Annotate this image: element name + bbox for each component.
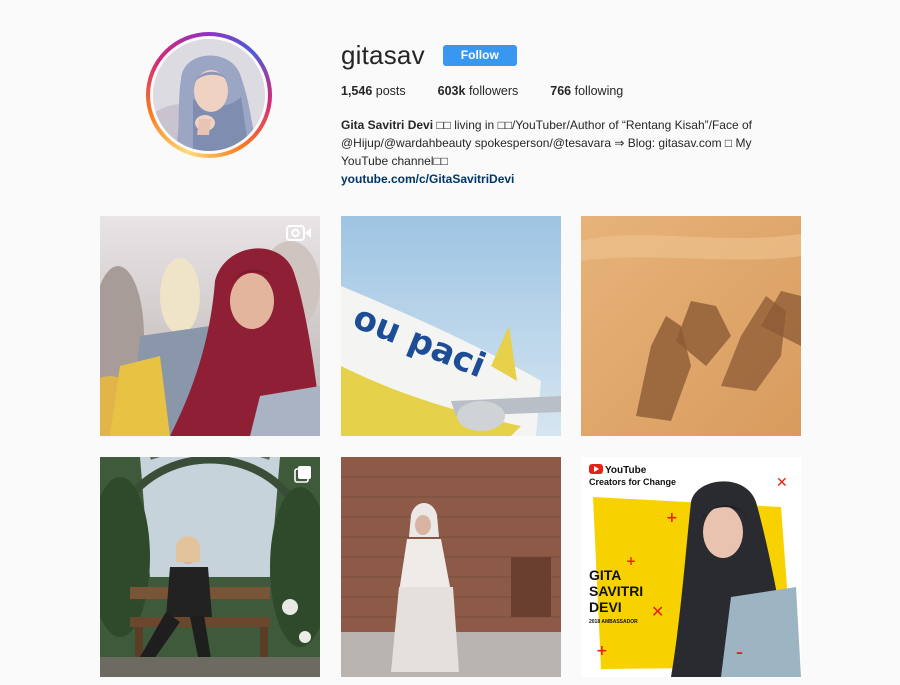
- post-image: [100, 457, 320, 677]
- card-name-line-3: DEVI: [589, 599, 622, 615]
- following-stat[interactable]: 766 following: [550, 84, 623, 98]
- card-brand: YouTube: [605, 465, 647, 476]
- bio-website-link[interactable]: youtube.com/c/GitaSavitriDevi: [341, 170, 781, 188]
- following-label: following: [574, 84, 624, 98]
- post-image: [341, 457, 561, 677]
- username: gitasav: [341, 39, 425, 70]
- profile-info: gitasav Follow 1,546 posts 603k follower…: [341, 40, 781, 188]
- followers-label: followers: [468, 84, 519, 98]
- posts-label: posts: [375, 84, 406, 98]
- card-tag: 2018 AMBASSADOR: [589, 619, 638, 625]
- svg-text:+: +: [596, 643, 608, 659]
- follow-button[interactable]: Follow: [442, 44, 517, 66]
- post-thumbnail[interactable]: [100, 216, 320, 436]
- avatar-photo: [153, 39, 265, 151]
- svg-text:+: +: [626, 554, 636, 568]
- profile-avatar-ring[interactable]: [146, 32, 272, 158]
- posts-stat: 1,546 posts: [341, 84, 406, 98]
- full-name: Gita Savitri Devi: [341, 118, 434, 132]
- post-image: [581, 216, 801, 436]
- post-image: YouTube Creators for Change ✕ + + ✕ + – …: [581, 457, 801, 677]
- following-count: 766: [550, 84, 572, 98]
- bio-line-1: Gita Savitri Devi □□ living in □□/YouTub…: [341, 116, 781, 134]
- post-thumbnail[interactable]: [100, 457, 320, 677]
- card-name-line-2: SAVITRI: [589, 583, 643, 599]
- svg-text:✕: ✕: [651, 602, 664, 621]
- bio-line-3: YouTube channel□□: [341, 154, 449, 168]
- name-row: gitasav Follow: [341, 40, 781, 70]
- card-name-line-1: GITA: [589, 567, 621, 583]
- profile-stats: 1,546 posts 603k followers 766 following: [341, 84, 781, 98]
- bio-text-1: □□ living in □□/YouTuber/Author of “Rent…: [433, 118, 752, 132]
- post-image: [100, 216, 320, 436]
- avatar-gap: [150, 36, 268, 154]
- bio-line-2: @Hijup/@wardahbeauty spokesperson/@tesav…: [341, 136, 752, 150]
- post-image: ou paci: [341, 216, 561, 436]
- svg-text:–: –: [736, 645, 743, 661]
- profile-bio: Gita Savitri Devi □□ living in □□/YouTub…: [341, 116, 781, 188]
- followers-stat[interactable]: 603k followers: [438, 84, 519, 98]
- post-thumbnail[interactable]: YouTube Creators for Change ✕ + + ✕ + – …: [581, 457, 801, 677]
- post-thumbnail[interactable]: [341, 457, 561, 677]
- post-thumbnail[interactable]: [581, 216, 801, 436]
- multiple-photos-icon: [294, 465, 312, 483]
- svg-text:✕: ✕: [776, 475, 788, 491]
- avatar[interactable]: [153, 39, 265, 151]
- card-subtitle: Creators for Change: [589, 477, 676, 487]
- post-thumbnail[interactable]: ou paci: [341, 216, 561, 436]
- posts-count: 1,546: [341, 84, 373, 98]
- svg-text:+: +: [666, 510, 678, 526]
- followers-count: 603k: [437, 84, 466, 98]
- video-icon: [286, 224, 312, 242]
